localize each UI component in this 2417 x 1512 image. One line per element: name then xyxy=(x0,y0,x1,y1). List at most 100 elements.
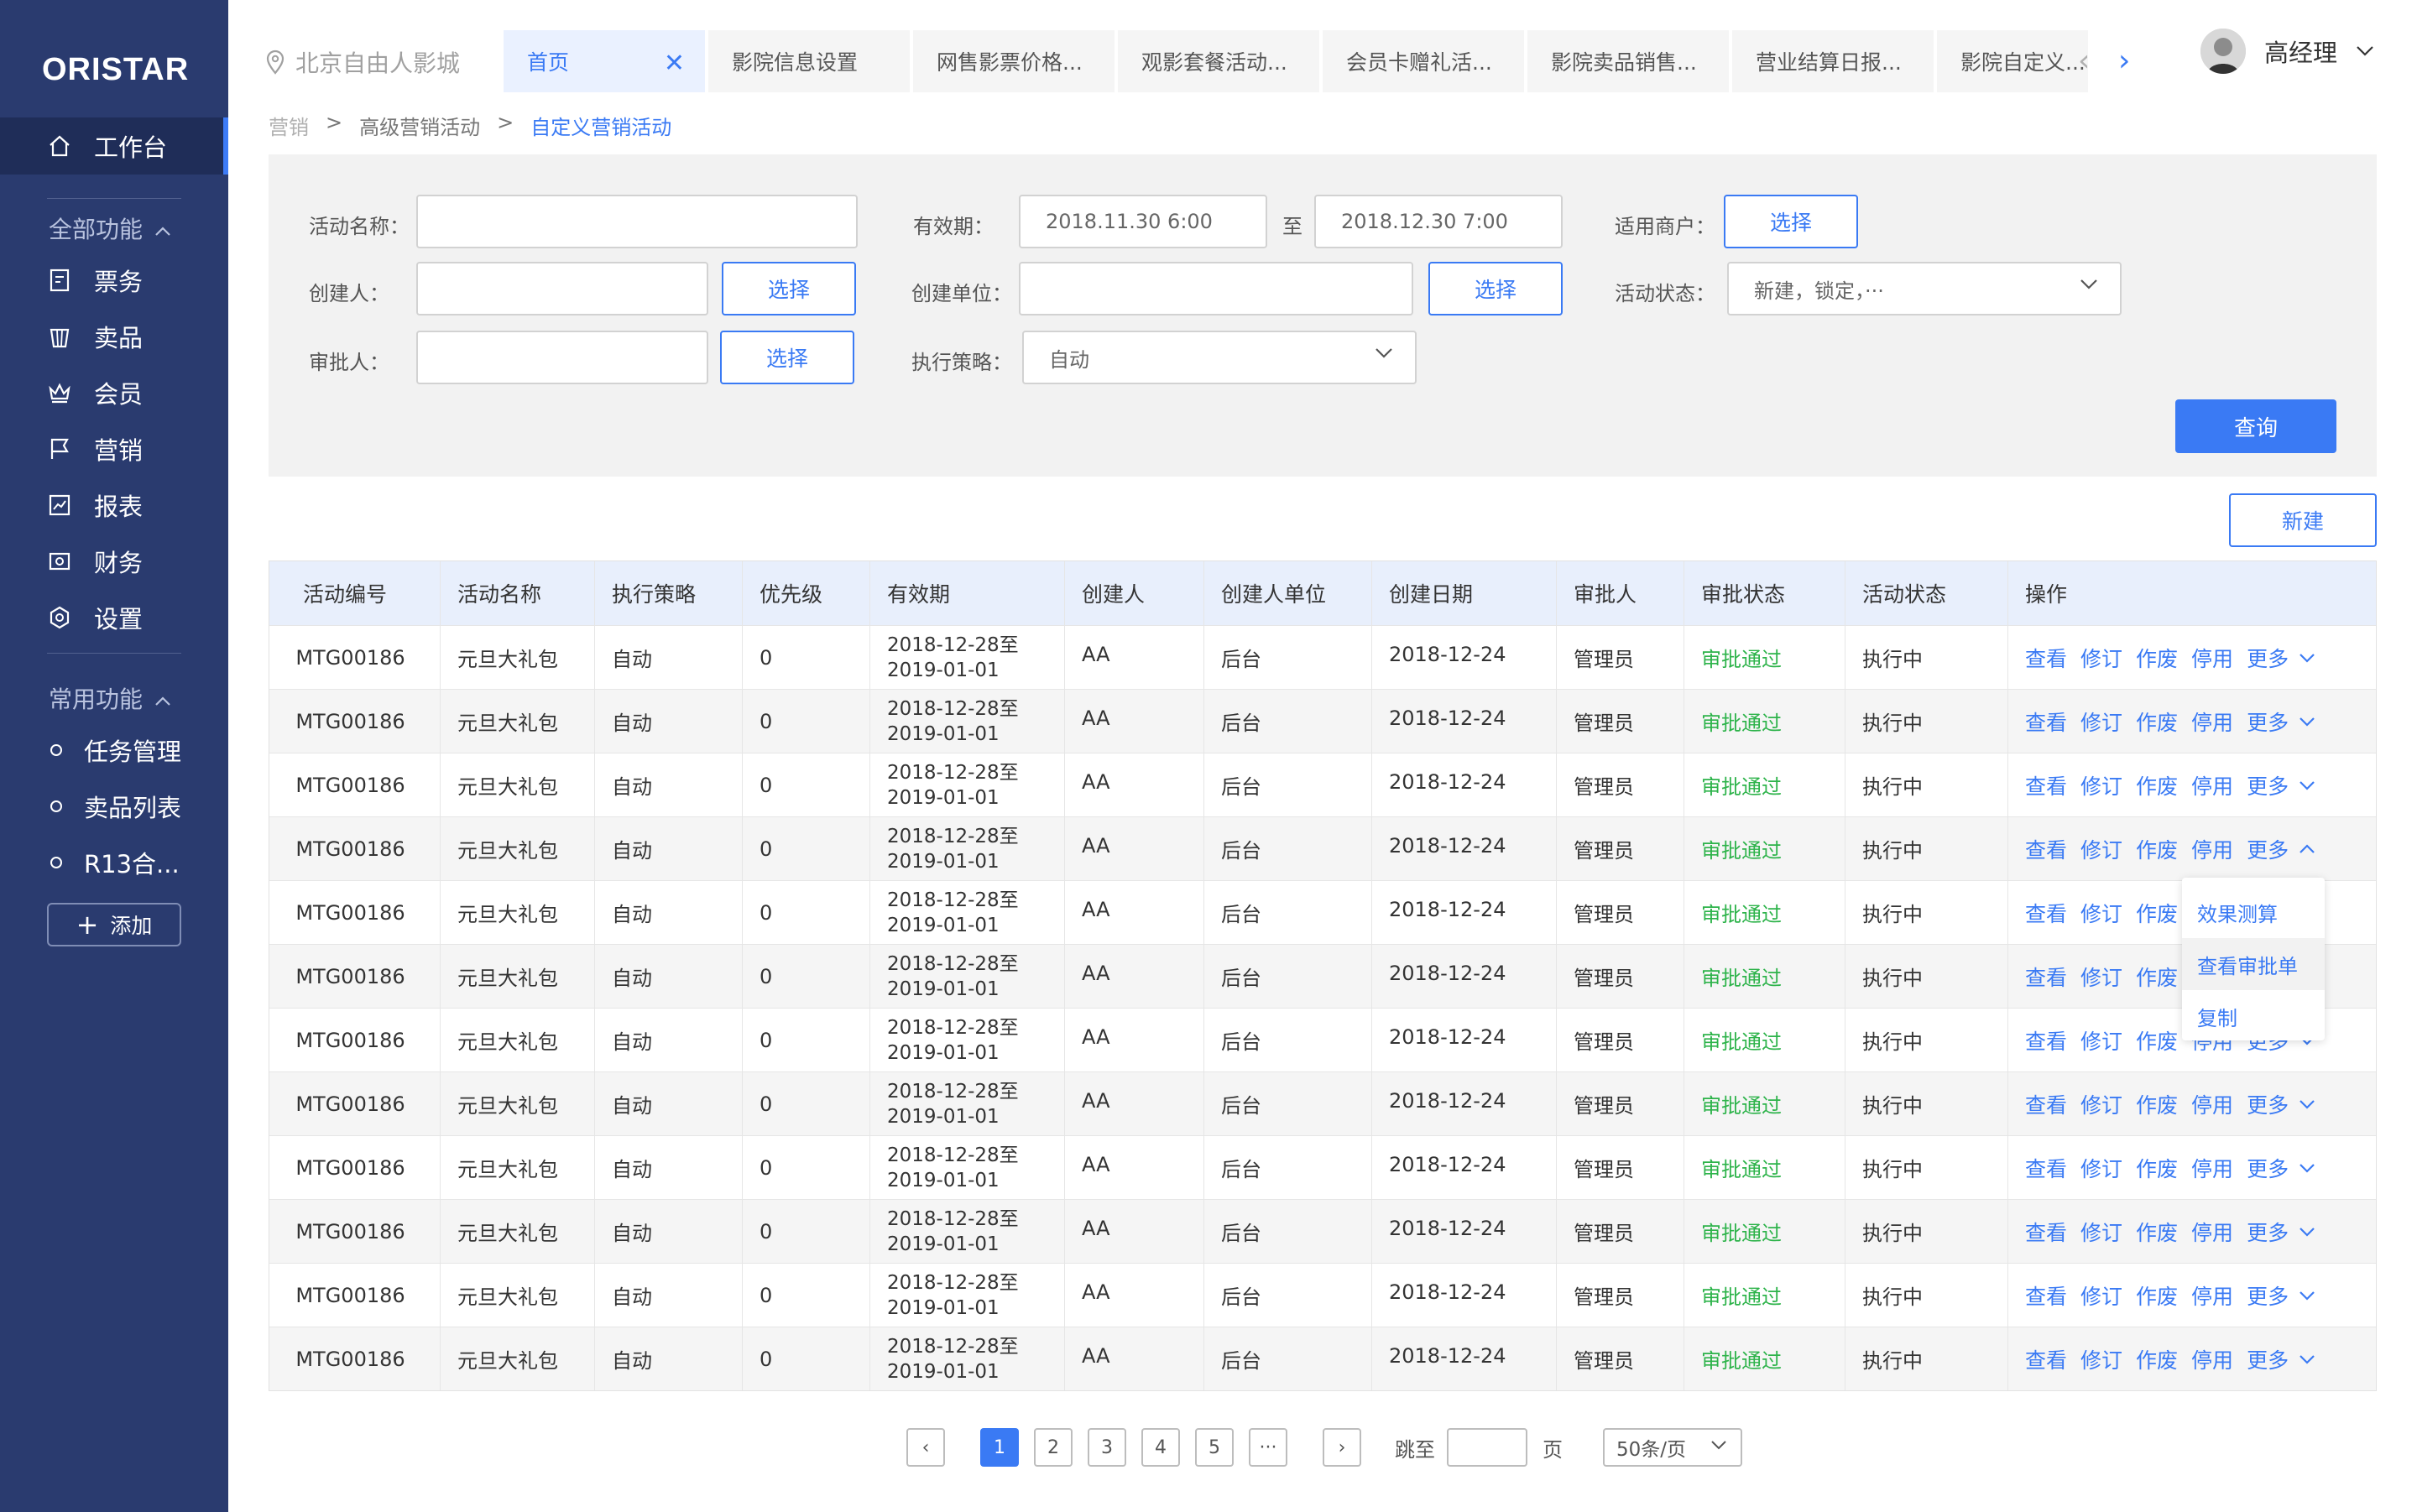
sidebar-item-settings[interactable]: 设置 xyxy=(0,589,228,646)
revise-link[interactable]: 修订 xyxy=(2080,770,2122,800)
page-size-select[interactable]: 50条/页 xyxy=(1603,1428,1742,1467)
sidebar-item-marketing[interactable]: 营销 xyxy=(0,420,228,477)
revise-link[interactable]: 修订 xyxy=(2080,1089,2122,1119)
revise-link[interactable]: 修订 xyxy=(2080,1280,2122,1311)
date-start-input[interactable]: 2018.11.30 6:00 xyxy=(1019,195,1267,248)
location[interactable]: 北京自由人影城 xyxy=(265,45,460,79)
disable-link[interactable]: 停用 xyxy=(2191,1344,2233,1374)
void-link[interactable]: 作废 xyxy=(2136,1025,2178,1056)
prev-page-button[interactable]: ‹ xyxy=(906,1428,945,1467)
tab-member-gift[interactable]: 会员卡赠礼活... xyxy=(1323,30,1524,92)
sidebar-item-r13[interactable]: R13合... xyxy=(0,834,228,891)
view-link[interactable]: 查看 xyxy=(2025,1217,2067,1247)
view-link[interactable]: 查看 xyxy=(2025,643,2067,673)
creator-select-button[interactable]: 选择 xyxy=(722,262,856,315)
strategy-select[interactable]: 自动 xyxy=(1022,331,1417,384)
view-link[interactable]: 查看 xyxy=(2025,706,2067,737)
disable-link[interactable]: 停用 xyxy=(2191,834,2233,864)
revise-link[interactable]: 修订 xyxy=(2080,1344,2122,1374)
more-link[interactable]: 更多 xyxy=(2247,1344,2315,1374)
jump-page-input[interactable] xyxy=(1447,1428,1527,1467)
more-link[interactable]: 更多 xyxy=(2247,834,2315,864)
void-link[interactable]: 作废 xyxy=(2136,706,2178,737)
section-common-functions[interactable]: 常用功能 xyxy=(49,681,171,715)
disable-link[interactable]: 停用 xyxy=(2191,1089,2233,1119)
void-link[interactable]: 作废 xyxy=(2136,1153,2178,1183)
dropdown-item-effect-estimate[interactable]: 效果测算 xyxy=(2182,886,2325,938)
view-link[interactable]: 查看 xyxy=(2025,1025,2067,1056)
void-link[interactable]: 作废 xyxy=(2136,962,2178,992)
disable-link[interactable]: 停用 xyxy=(2191,1153,2233,1183)
tab-scroll-left-icon[interactable]: ‹ xyxy=(2078,44,2090,78)
more-link[interactable]: 更多 xyxy=(2247,1280,2315,1311)
disable-link[interactable]: 停用 xyxy=(2191,1280,2233,1311)
date-end-input[interactable]: 2018.12.30 7:00 xyxy=(1314,195,1563,248)
sidebar-item-finance[interactable]: 财务 xyxy=(0,533,228,590)
revise-link[interactable]: 修订 xyxy=(2080,1025,2122,1056)
view-link[interactable]: 查看 xyxy=(2025,1280,2067,1311)
more-link[interactable]: 更多 xyxy=(2247,1089,2315,1119)
new-button[interactable]: 新建 xyxy=(2229,493,2377,547)
creator-input[interactable] xyxy=(416,262,708,315)
disable-link[interactable]: 停用 xyxy=(2191,706,2233,737)
page-ellipsis-button[interactable]: ··· xyxy=(1249,1428,1287,1467)
disable-link[interactable]: 停用 xyxy=(2191,1217,2233,1247)
void-link[interactable]: 作废 xyxy=(2136,643,2178,673)
view-link[interactable]: 查看 xyxy=(2025,962,2067,992)
next-page-button[interactable]: › xyxy=(1323,1428,1361,1467)
void-link[interactable]: 作废 xyxy=(2136,1344,2178,1374)
breadcrumb-item[interactable]: 高级营销活动 xyxy=(359,111,480,140)
dropdown-item-copy[interactable]: 复制 xyxy=(2182,990,2325,1042)
view-link[interactable]: 查看 xyxy=(2025,770,2067,800)
page-button[interactable]: 2 xyxy=(1034,1428,1073,1467)
close-icon[interactable]: ✕ xyxy=(664,49,685,78)
tab-cinema-info[interactable]: 影院信息设置 xyxy=(708,30,910,92)
page-button[interactable]: 4 xyxy=(1141,1428,1180,1467)
sidebar-item-ticketing[interactable]: 票务 xyxy=(0,252,228,309)
void-link[interactable]: 作废 xyxy=(2136,770,2178,800)
void-link[interactable]: 作废 xyxy=(2136,898,2178,928)
activity-name-input[interactable] xyxy=(416,195,858,248)
void-link[interactable]: 作废 xyxy=(2136,1280,2178,1311)
page-button[interactable]: 1 xyxy=(980,1428,1019,1467)
view-link[interactable]: 查看 xyxy=(2025,1153,2067,1183)
tab-concession-sales[interactable]: 影院卖品销售... xyxy=(1527,30,1729,92)
sidebar-item-concessions[interactable]: 卖品 xyxy=(0,308,228,365)
revise-link[interactable]: 修订 xyxy=(2080,962,2122,992)
tab-home[interactable]: 首页 ✕ xyxy=(504,30,705,92)
sidebar-item-workbench[interactable]: 工作台 xyxy=(0,117,228,175)
revise-link[interactable]: 修订 xyxy=(2080,1217,2122,1247)
revise-link[interactable]: 修订 xyxy=(2080,898,2122,928)
section-all-functions[interactable]: 全部功能 xyxy=(49,211,171,245)
tab-ticket-price[interactable]: 网售影票价格... xyxy=(913,30,1115,92)
breadcrumb-item[interactable]: 营销 xyxy=(269,111,309,140)
creator-unit-select-button[interactable]: 选择 xyxy=(1428,262,1563,315)
view-link[interactable]: 查看 xyxy=(2025,834,2067,864)
view-link[interactable]: 查看 xyxy=(2025,1089,2067,1119)
more-link[interactable]: 更多 xyxy=(2247,1153,2315,1183)
query-button[interactable]: 查询 xyxy=(2175,399,2336,453)
disable-link[interactable]: 停用 xyxy=(2191,770,2233,800)
more-link[interactable]: 更多 xyxy=(2247,643,2315,673)
add-shortcut-button[interactable]: + 添加 xyxy=(47,903,181,946)
revise-link[interactable]: 修订 xyxy=(2080,1153,2122,1183)
revise-link[interactable]: 修订 xyxy=(2080,643,2122,673)
view-link[interactable]: 查看 xyxy=(2025,1344,2067,1374)
void-link[interactable]: 作废 xyxy=(2136,1217,2178,1247)
more-link[interactable]: 更多 xyxy=(2247,1217,2315,1247)
void-link[interactable]: 作废 xyxy=(2136,1089,2178,1119)
sidebar-item-task-management[interactable]: 任务管理 xyxy=(0,722,228,779)
activity-status-select[interactable]: 新建，锁定，··· xyxy=(1727,262,2122,315)
view-link[interactable]: 查看 xyxy=(2025,898,2067,928)
more-link[interactable]: 更多 xyxy=(2247,770,2315,800)
more-link[interactable]: 更多 xyxy=(2247,706,2315,737)
tab-package-activity[interactable]: 观影套餐活动... xyxy=(1118,30,1319,92)
tab-daily-settlement[interactable]: 营业结算日报... xyxy=(1732,30,1934,92)
user-menu[interactable]: 高经理 xyxy=(2200,29,2374,74)
page-button[interactable]: 5 xyxy=(1195,1428,1234,1467)
tab-scroll-right-icon[interactable]: › xyxy=(2118,44,2130,78)
creator-unit-input[interactable] xyxy=(1019,262,1413,315)
merchant-select-button[interactable]: 选择 xyxy=(1724,195,1858,248)
revise-link[interactable]: 修订 xyxy=(2080,834,2122,864)
revise-link[interactable]: 修订 xyxy=(2080,706,2122,737)
